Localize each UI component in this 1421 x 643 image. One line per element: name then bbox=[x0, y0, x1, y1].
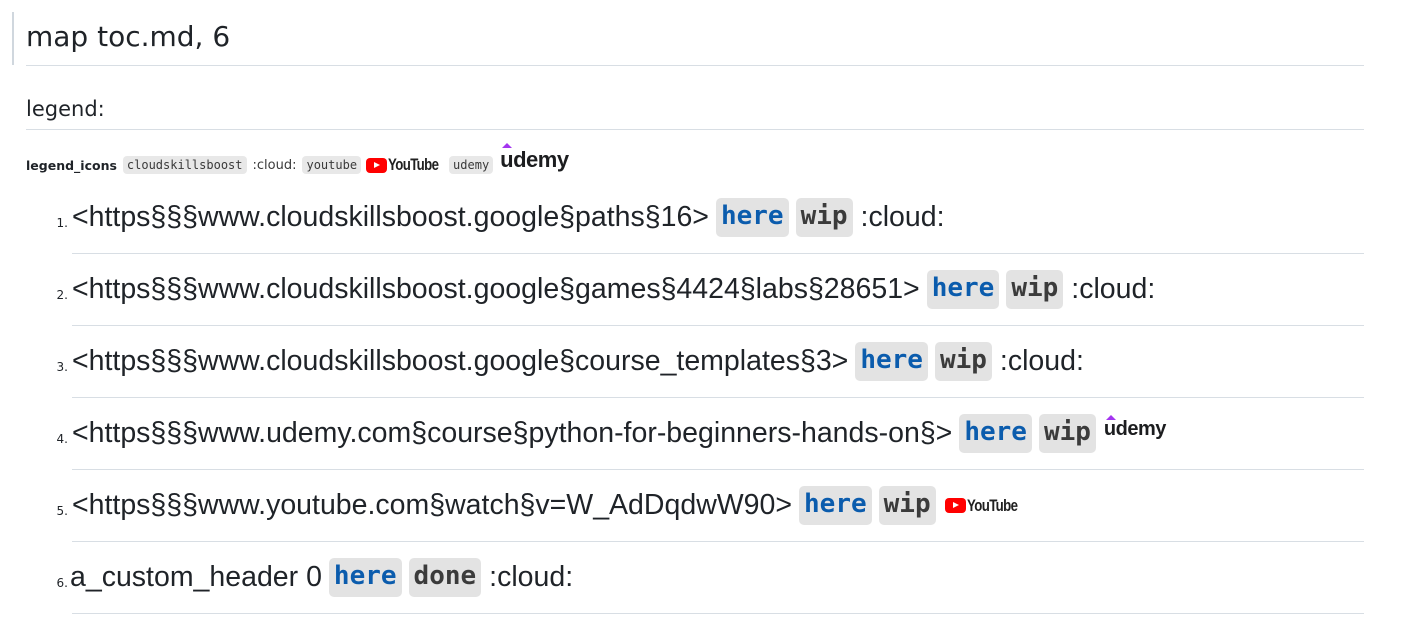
list-item-url: <https§§§www.youtube.com§watch§v=W_AdDqd… bbox=[72, 489, 793, 521]
list-item-number: 6. bbox=[56, 576, 68, 590]
list-item-content: a_custom_header 0 here done :cloud: bbox=[70, 558, 573, 597]
cloud-icon: :cloud: bbox=[999, 345, 1084, 377]
status-badge: wip bbox=[1006, 270, 1064, 309]
list-item: 1. <https§§§www.cloudskillsboost.google§… bbox=[26, 182, 1364, 254]
list-item: 6. a_custom_header 0 here done :cloud: bbox=[26, 542, 1364, 614]
list-item-content: <https§§§www.youtube.com§watch§v=W_AdDqd… bbox=[72, 486, 1025, 525]
here-link[interactable]: here bbox=[715, 198, 789, 237]
list-item-number: 1. bbox=[56, 216, 68, 230]
here-link[interactable]: here bbox=[926, 270, 1000, 309]
here-link[interactable]: here bbox=[328, 558, 402, 597]
status-badge: wip bbox=[878, 486, 936, 525]
udemy-logo-icon: udemy bbox=[1104, 415, 1166, 441]
here-link[interactable]: here bbox=[855, 342, 928, 381]
youtube-logo-icon: YouTube bbox=[366, 155, 444, 175]
list-item-number: 2. bbox=[56, 288, 68, 302]
legend-icons-label: legend_icons bbox=[26, 157, 117, 173]
list-item: 3. <https§§§www.cloudskillsboost.google§… bbox=[26, 326, 1364, 398]
list-item-url: <https§§§www.udemy.com§course§python-for… bbox=[72, 417, 953, 449]
heading-accent-bar bbox=[12, 12, 14, 65]
here-link[interactable]: here bbox=[799, 486, 872, 525]
list-item-content: <https§§§www.cloudskillsboost.google§gam… bbox=[72, 270, 1155, 309]
legend-divider bbox=[26, 129, 1364, 130]
list-item: 4. <https§§§www.udemy.com§course§python-… bbox=[26, 398, 1364, 470]
status-badge: done bbox=[408, 558, 482, 597]
item-divider bbox=[72, 613, 1364, 614]
markdown-preview: map toc.md, 6 legend: legend_icons cloud… bbox=[0, 0, 1421, 643]
cloud-icon: :cloud: bbox=[860, 201, 945, 233]
list-item: 2. <https§§§www.cloudskillsboost.google§… bbox=[26, 254, 1364, 326]
list-item-number: 4. bbox=[56, 432, 68, 446]
list-item-url: <https§§§www.cloudskillsboost.google§cou… bbox=[72, 345, 849, 377]
list-item-url: <https§§§www.cloudskillsboost.google§gam… bbox=[72, 273, 920, 305]
legend-heading: legend: bbox=[26, 97, 105, 121]
udemy-hat-icon bbox=[502, 143, 513, 148]
legend-chip-udemy: udemy bbox=[449, 156, 494, 174]
here-link[interactable]: here bbox=[959, 414, 1032, 453]
list-item-content: <https§§§www.udemy.com§course§python-for… bbox=[72, 414, 1166, 453]
list-item: 5. <https§§§www.youtube.com§watch§v=W_Ad… bbox=[26, 470, 1364, 542]
legend-chip-youtube: youtube bbox=[302, 156, 362, 174]
list-item-content: <https§§§www.cloudskillsboost.google§cou… bbox=[72, 342, 1084, 381]
list-item-number: 5. bbox=[56, 504, 68, 518]
legend-cloud-text: :cloud: bbox=[252, 157, 297, 173]
list-item-header: a_custom_header 0 bbox=[70, 561, 322, 593]
list-item-url: <https§§§www.cloudskillsboost.google§pat… bbox=[72, 201, 709, 233]
udemy-hat-icon bbox=[1105, 415, 1116, 420]
list-item-content: <https§§§www.cloudskillsboost.google§pat… bbox=[72, 198, 945, 237]
status-badge: wip bbox=[934, 342, 992, 381]
udemy-logo-icon: udemy bbox=[500, 143, 569, 173]
title-divider bbox=[26, 65, 1364, 66]
youtube-logo-icon: YouTube bbox=[944, 496, 1023, 516]
youtube-play-icon bbox=[366, 157, 388, 173]
status-badge: wip bbox=[795, 198, 853, 237]
page-title: map toc.md, 6 bbox=[26, 20, 231, 53]
status-badge: wip bbox=[1038, 414, 1096, 453]
cloud-icon: :cloud: bbox=[489, 561, 574, 593]
cloud-icon: :cloud: bbox=[1071, 273, 1156, 305]
list-item-number: 3. bbox=[56, 360, 68, 374]
legend-icons-row: legend_icons cloudskillsboost :cloud: yo… bbox=[26, 143, 569, 182]
legend-chip-cloudskillsboost: cloudskillsboost bbox=[122, 156, 247, 174]
youtube-play-icon bbox=[944, 498, 966, 513]
